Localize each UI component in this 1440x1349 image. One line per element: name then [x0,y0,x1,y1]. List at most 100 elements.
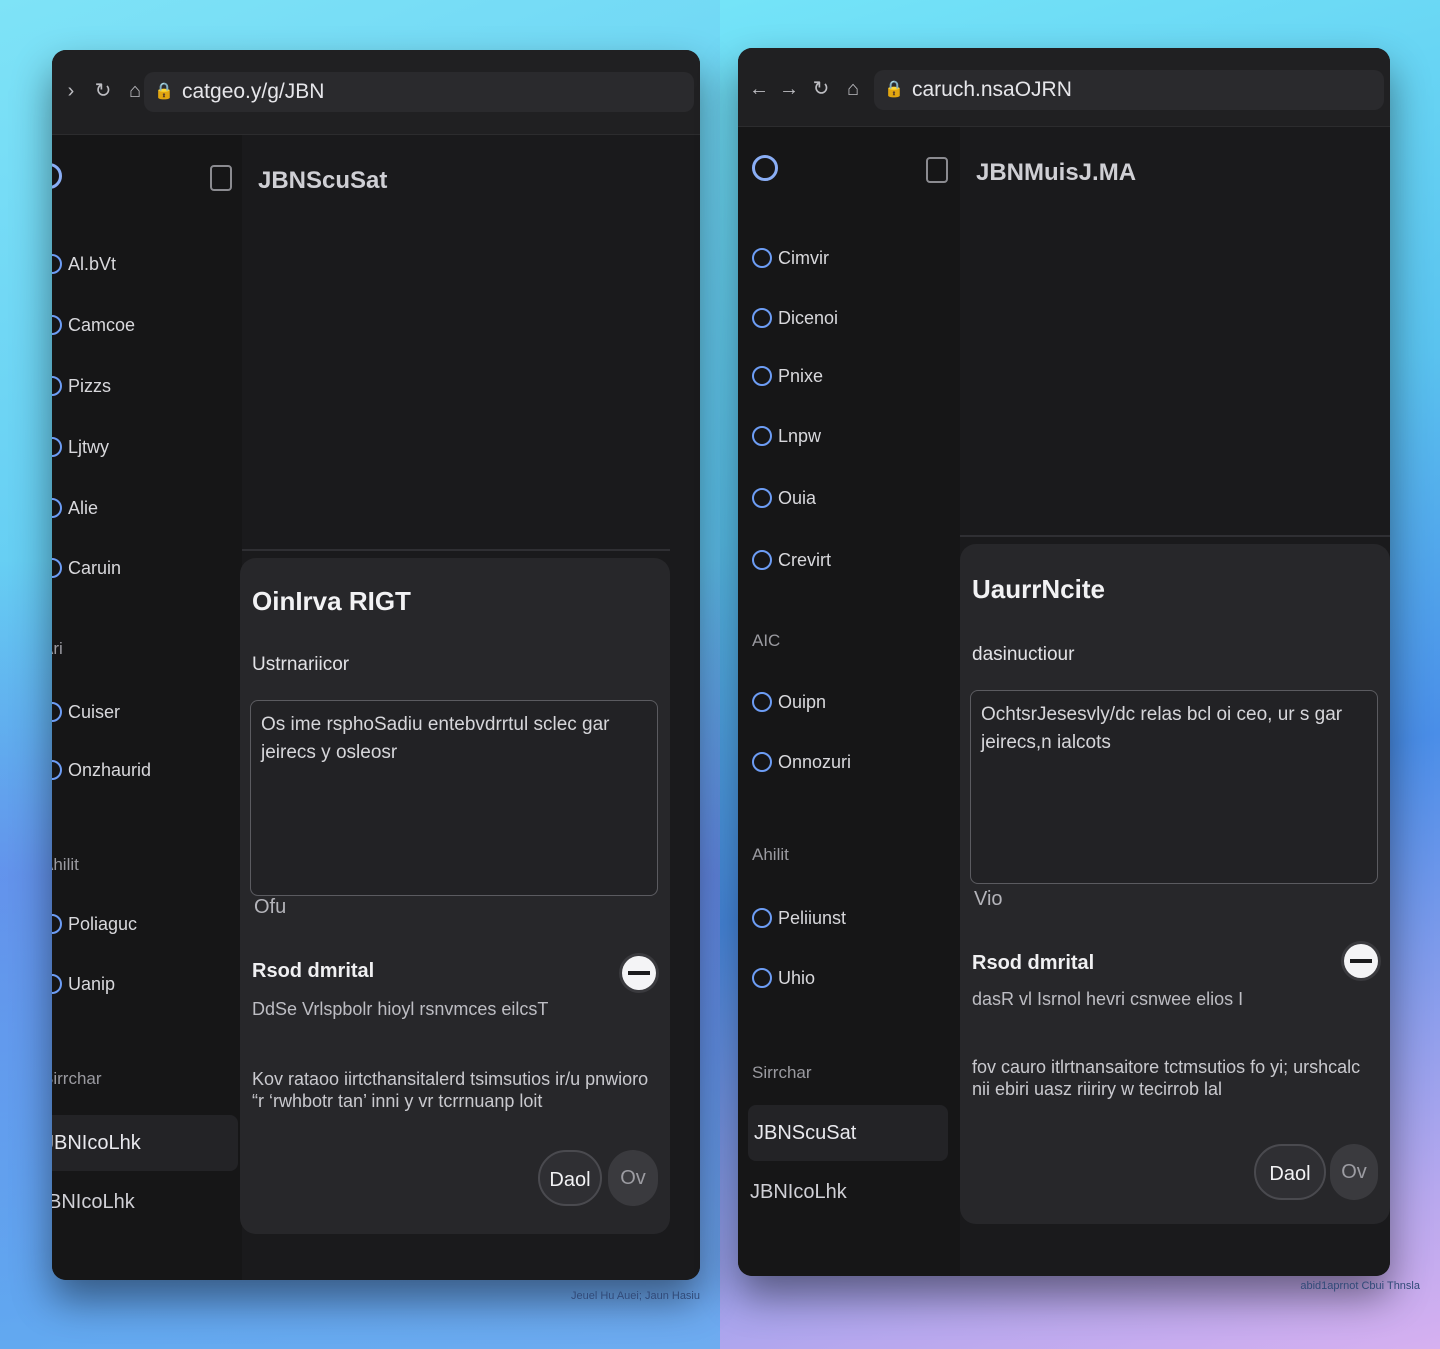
dialog-title: OinIrva RIGT [252,586,411,616]
lock-icon: 🔒 [884,81,904,98]
forward-icon[interactable]: › [60,80,82,102]
sidebar-item[interactable]: Dicenoi [752,303,838,333]
dialog-title: UaurrNcite [972,574,1105,604]
settings-dialog: OinIrva RIGT Ustrnariicor Os ime rsphoSa… [240,558,670,1234]
sidebar-item[interactable]: Cuiser [52,697,120,727]
sidebar-collapse-icon[interactable] [210,165,232,191]
toggle-row-description: DdSe Vrlspbolr hioyl rsnvmces eilcsT [252,999,549,1019]
nav-item-icon [52,760,62,780]
nav-item-icon [52,254,62,274]
browser-window-left: ‹ › ↻ ⌂ 🔒 catgeo.y/g/JBN Al.bVt Camcoe P… [52,50,700,1280]
nav-item-icon [752,426,772,446]
sidebar-item[interactable]: Cimvir [752,243,829,273]
browser-window-right: ← → ↻ ⌂ 🔒 caruch.nsaOJRN Cimvir Dicenoi … [738,48,1390,1276]
nav-item-icon [52,558,62,578]
divider [242,549,670,551]
nav-item-icon [52,498,62,518]
sidebar-item[interactable]: Poliaguc [52,909,137,939]
sidebar-item-active[interactable]: JBNScuSat [748,1105,948,1161]
info-paragraph: fov cauro itlrtnansaitore tctmsutios fo … [972,1057,1361,1099]
nav-item-icon [752,550,772,570]
toggle-row-title: Rsod dmrital [972,952,1095,974]
sidebar-footer[interactable]: JBNIcoLhk [52,1191,135,1214]
nav-item-icon [52,376,62,396]
browser-toolbar: ← → ↻ ⌂ 🔒 caruch.nsaOJRN [738,48,1390,127]
nav-item-icon [752,692,772,712]
home-icon[interactable]: ⌂ [842,78,864,100]
nav-item-icon [752,308,772,328]
save-button[interactable]: Daol [1254,1144,1326,1200]
sidebar-item[interactable]: Peliiunst [752,903,846,933]
nav-item-icon [752,488,772,508]
url-text: catgeo.y/g/JBN [182,80,325,103]
nav-item-icon [52,702,62,722]
app-logo-icon [52,163,62,189]
url-bar[interactable]: 🔒 catgeo.y/g/JBN [144,72,694,112]
forward-icon[interactable]: → [778,78,800,100]
nav-item-icon [752,968,772,988]
sidebar-item[interactable]: Crevirt [752,545,831,575]
nav-item-icon [52,437,62,457]
reload-icon[interactable]: ↻ [92,80,114,102]
app-title: JBNScuSat [258,167,388,194]
watermark-right: abid1aprnot Cbui Thnsla [1300,1280,1420,1292]
sidebar-item-active[interactable]: JBNIcoLhk [52,1115,238,1171]
instructions-textarea[interactable]: OchtsrJesesvly/dc relas bcl oi ceo, ur s… [970,690,1378,884]
url-text: caruch.nsaOJRN [912,78,1072,101]
sidebar-section-label: Sirrchar [52,1069,102,1088]
toggle-switch[interactable] [1344,944,1378,978]
home-icon[interactable]: ⌂ [124,80,146,102]
char-counter: Vio [974,888,1003,910]
sidebar-item[interactable]: Pizzs [52,371,111,401]
save-button[interactable]: Daol [538,1150,602,1206]
app-title: JBNMuisJ.MA [976,159,1137,186]
cancel-button[interactable]: Ov [1330,1144,1378,1200]
cancel-button[interactable]: Ov [608,1150,658,1206]
nav-item-icon [52,315,62,335]
sidebar-section-label: Ahilit [752,845,789,864]
sidebar-item[interactable]: Uhio [752,963,815,993]
sidebar-item[interactable]: Lnpw [752,421,821,451]
divider [960,535,1390,537]
char-counter: Ofu [254,896,287,918]
sidebar-footer[interactable]: JBNIcoLhk [750,1181,847,1204]
sidebar-section-label: Sirrchar [752,1063,812,1082]
sidebar-item[interactable]: Onzhaurid [52,755,151,785]
sidebar-section-label: AIC [752,631,781,650]
sidebar-section-label: Ari [52,639,63,658]
sidebar: Cimvir Dicenoi Pnixe Lnpw Ouia Crevirt A… [738,127,960,1276]
sidebar-item[interactable]: Ouia [752,483,816,513]
settings-dialog: UaurrNcite dasinuctiour OchtsrJesesvly/d… [960,544,1390,1224]
sidebar-item[interactable]: Caruin [52,553,121,583]
sidebar: Al.bVt Camcoe Pizzs Ljtwy Alie Caruin Ar… [52,135,242,1280]
sidebar-item[interactable]: Camcoe [52,310,135,340]
toggle-switch[interactable] [622,956,656,990]
sidebar-item[interactable]: Alie [52,493,98,523]
instructions-label: dasinuctiour [972,644,1075,665]
nav-item-icon [52,914,62,934]
toggle-row-description: dasR vl Isrnol hevri csnwee elios I [972,989,1244,1009]
sidebar-item[interactable]: Ljtwy [52,432,109,462]
lock-icon: 🔒 [154,83,174,100]
sidebar-collapse-icon[interactable] [926,157,948,183]
info-paragraph: Kov rataoo iirtcthansitalerd tsimsutios … [252,1069,649,1111]
sidebar-item[interactable]: Al.bVt [52,249,116,279]
back-icon[interactable]: ← [748,78,770,100]
sidebar-item[interactable]: Onnozuri [752,747,851,777]
browser-toolbar: ‹ › ↻ ⌂ 🔒 catgeo.y/g/JBN [52,50,700,135]
nav-item-icon [752,908,772,928]
reload-icon[interactable]: ↻ [810,78,832,100]
sidebar-item[interactable]: Pnixe [752,361,823,391]
toggle-row-title: Rsod dmrital [252,960,375,982]
nav-item-icon [752,752,772,772]
nav-item-icon [752,248,772,268]
sidebar-item[interactable]: Uanip [52,969,115,999]
app-logo-icon [752,155,778,181]
instructions-label: Ustrnariicor [252,654,350,675]
sidebar-item[interactable]: Ouipn [752,687,826,717]
sidebar-section-label: Ahilit [52,855,79,874]
watermark-left: Jeuel Hu Auei; Jaun Hasiu [570,1290,700,1302]
url-bar[interactable]: 🔒 caruch.nsaOJRN [874,70,1384,110]
nav-item-icon [752,366,772,386]
instructions-textarea[interactable]: Os ime rsphoSadiu entebvdrrtul sclec gar… [250,700,658,896]
